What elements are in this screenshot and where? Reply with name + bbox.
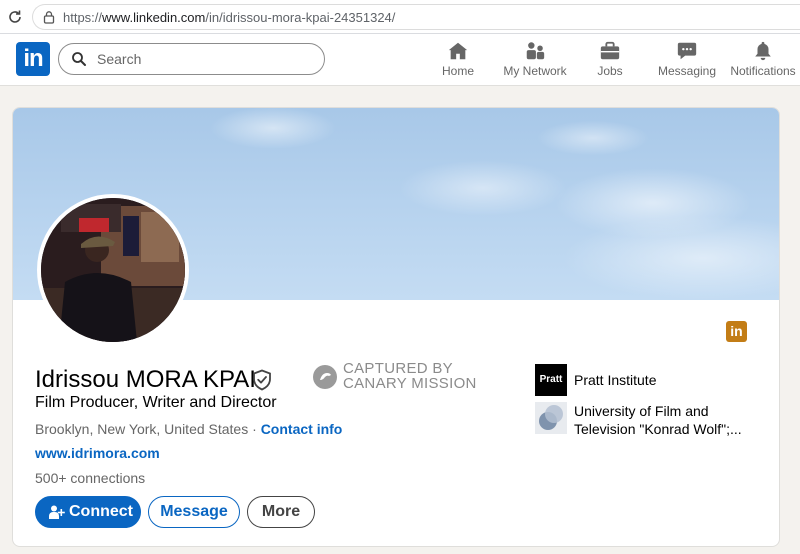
profile-headline: Film Producer, Writer and Director [35, 394, 277, 411]
nav-notifications[interactable]: Notifications [728, 40, 798, 82]
add-person-icon [49, 505, 65, 519]
university-logo [535, 402, 567, 434]
nav-notifications-label: Notifications [730, 64, 796, 78]
url-text: https://www.linkedin.com/in/idrissou-mor… [63, 10, 396, 25]
nav-home[interactable]: Home [437, 40, 479, 82]
url-field[interactable]: https://www.linkedin.com/in/idrissou-mor… [32, 4, 800, 30]
nav-jobs-label: Jobs [597, 64, 623, 78]
experience-item-konrad-wolf[interactable]: University of Film and Television "Konra… [535, 402, 765, 438]
company-badge[interactable]: in [726, 321, 747, 342]
canary-mission-overlay: CAPTURED BY CANARY MISSION [313, 361, 483, 393]
canary-line-2: CANARY MISSION [343, 375, 477, 392]
experience-label-line-2: Television "Konrad Wolf";... [574, 421, 742, 437]
nav-home-label: Home [441, 64, 474, 78]
profile-location: Brooklyn, New York, United States [35, 421, 249, 437]
linkedin-logo[interactable]: in [16, 42, 50, 76]
experience-label: Pratt Institute [574, 372, 657, 388]
nav-my-network[interactable]: My Network [500, 40, 570, 82]
search-input[interactable] [97, 50, 297, 68]
bell-icon [755, 41, 771, 61]
nav-my-network-label: My Network [503, 64, 567, 78]
home-icon [448, 42, 468, 60]
briefcase-icon [600, 41, 620, 60]
lock-icon[interactable] [42, 10, 56, 24]
website-link[interactable]: www.idrimora.com [35, 445, 160, 461]
profile-location-line: Brooklyn, New York, United States · Cont… [35, 421, 342, 437]
connections-count: 500+ connections [35, 470, 146, 486]
message-button[interactable]: Message [148, 496, 240, 528]
experience-label: University of Film and Television "Konra… [574, 402, 742, 438]
experience-label-line-1: University of Film and [574, 403, 709, 419]
linkedin-header: in Home My Network Jobs [0, 34, 800, 86]
pratt-logo: Pratt [535, 364, 567, 396]
canary-text: CAPTURED BY CANARY MISSION [343, 361, 477, 391]
nav-messaging[interactable]: Messaging [656, 40, 718, 82]
messaging-icon [677, 42, 697, 60]
avatar[interactable] [37, 194, 189, 346]
more-button[interactable]: More [247, 496, 315, 528]
location-separator: · [248, 421, 261, 437]
search-box[interactable] [58, 43, 325, 75]
search-icon [72, 52, 86, 66]
profile-name: Idrissou MORA KPAI [35, 366, 256, 393]
nav-jobs[interactable]: Jobs [590, 40, 630, 82]
experience-item-pratt[interactable]: Pratt Pratt Institute [535, 364, 765, 396]
avatar-photo [41, 198, 185, 342]
canary-logo-icon [313, 365, 337, 389]
network-icon [526, 42, 545, 60]
connect-button[interactable]: Connect [35, 496, 141, 528]
nav-messaging-label: Messaging [657, 64, 717, 78]
profile-card: in Idrissou MORA KPAI CAPTURED BY CANARY… [12, 107, 780, 547]
reload-icon[interactable] [6, 8, 24, 26]
connect-label: Connect [69, 503, 133, 520]
verified-shield-icon[interactable] [252, 369, 272, 391]
contact-info-link[interactable]: Contact info [261, 421, 343, 437]
canary-line-1: CAPTURED BY [343, 360, 453, 377]
browser-address-bar: https://www.linkedin.com/in/idrissou-mor… [0, 0, 800, 34]
